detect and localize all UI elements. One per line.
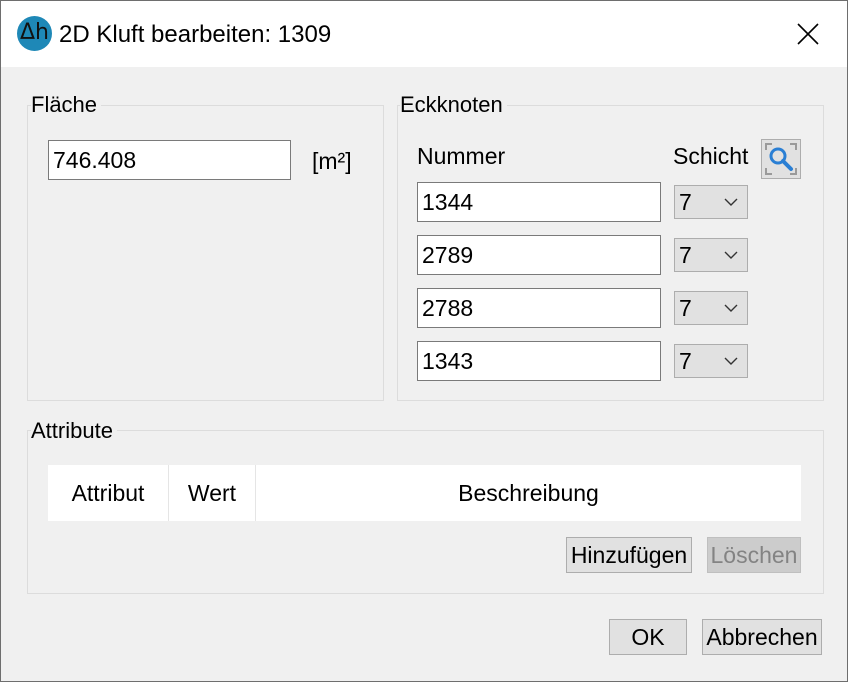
layer-select-3[interactable]: 7 xyxy=(674,291,748,325)
flaeche-legend: Fläche xyxy=(31,92,102,118)
chevron-down-icon xyxy=(724,357,738,365)
flaeche-unit: [m²] xyxy=(312,148,352,174)
layer-select-value-1: 7 xyxy=(679,189,692,215)
column-header-attribut[interactable]: Attribut xyxy=(48,465,169,521)
layer-select-value-3: 7 xyxy=(679,295,692,321)
node-search-button[interactable] xyxy=(761,139,801,179)
node-number-input-2[interactable]: 2789 xyxy=(417,235,661,275)
zoom-search-icon xyxy=(765,143,797,175)
schicht-header: Schicht xyxy=(673,143,749,169)
ok-button[interactable]: OK xyxy=(609,619,687,655)
flaeche-input[interactable]: 746.408 xyxy=(48,140,291,180)
attribute-table-header: Attribut Wert Beschreibung xyxy=(48,465,801,521)
close-button[interactable] xyxy=(783,15,833,53)
app-logo-icon: Δh xyxy=(17,16,52,51)
column-header-beschreibung[interactable]: Beschreibung xyxy=(256,465,801,521)
add-attribute-button[interactable]: Hinzufügen xyxy=(566,537,692,573)
close-icon xyxy=(797,23,819,45)
nummer-header: Nummer xyxy=(417,143,506,169)
column-header-wert[interactable]: Wert xyxy=(169,465,256,521)
layer-select-4[interactable]: 7 xyxy=(674,344,748,378)
layer-select-value-4: 7 xyxy=(679,348,692,374)
cancel-button[interactable]: Abbrechen xyxy=(702,619,822,655)
app-logo-glyph: Δh xyxy=(20,20,49,45)
title-bar: Δh 2D Kluft bearbeiten: 1309 xyxy=(1,1,847,67)
node-number-input-1[interactable]: 1344 xyxy=(417,182,661,222)
dialog-window: Δh 2D Kluft bearbeiten: 1309 Fläche 746.… xyxy=(0,0,848,682)
node-number-input-3[interactable]: 2788 xyxy=(417,288,661,328)
layer-select-1[interactable]: 7 xyxy=(674,185,748,219)
layer-select-value-2: 7 xyxy=(679,242,692,268)
chevron-down-icon xyxy=(724,198,738,206)
layer-select-2[interactable]: 7 xyxy=(674,238,748,272)
delete-attribute-button[interactable]: Löschen xyxy=(707,537,801,573)
window-title: 2D Kluft bearbeiten: 1309 xyxy=(59,21,332,48)
chevron-down-icon xyxy=(724,251,738,259)
chevron-down-icon xyxy=(724,304,738,312)
node-number-input-4[interactable]: 1343 xyxy=(417,341,661,381)
eckknoten-legend: Eckknoten xyxy=(400,92,507,118)
attribute-legend: Attribute xyxy=(31,418,117,444)
